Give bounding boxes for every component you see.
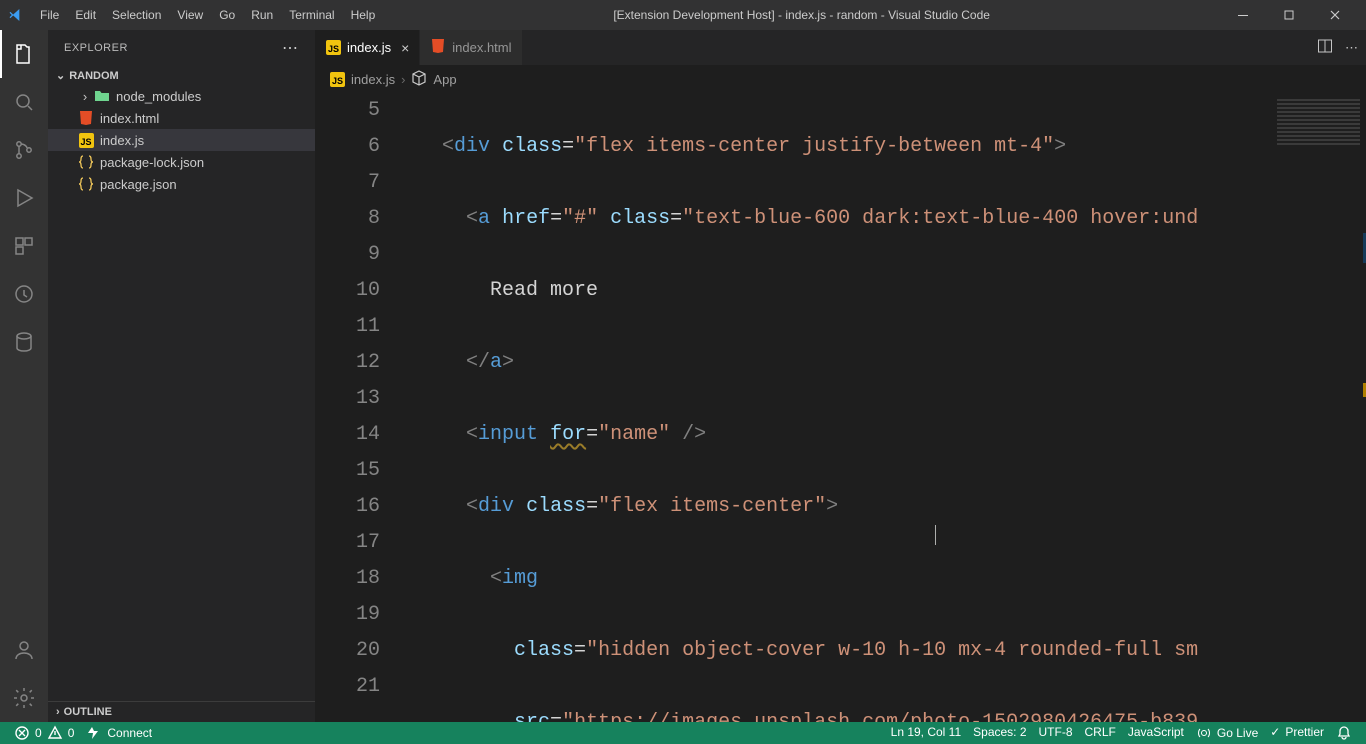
close-button[interactable] [1312, 0, 1358, 30]
symbol-icon [411, 70, 427, 89]
activity-bar [0, 30, 48, 722]
file-index-html[interactable]: index.html [48, 107, 315, 129]
html-file-icon [78, 110, 94, 126]
chevron-down-icon: ⌄ [56, 69, 65, 82]
file-label: node_modules [116, 89, 201, 104]
explorer-header: EXPLORER ⋯ [48, 30, 315, 66]
window-title: [Extension Development Host] - index.js … [383, 8, 1220, 22]
breadcrumb-file: index.js [351, 72, 395, 87]
menu-terminal[interactable]: Terminal [281, 0, 342, 30]
status-prettier[interactable]: ✓ Prettier [1264, 725, 1330, 739]
html-file-icon [430, 38, 446, 57]
code-editor[interactable]: 5 6 7 8 9 10 11 12 13 14 15 16 17 18 19 … [316, 93, 1366, 722]
file-tree: › node_modules index.html JS index.js [48, 85, 315, 701]
folder-node-modules[interactable]: › node_modules [48, 85, 315, 107]
status-go-live[interactable]: Go Live [1190, 725, 1264, 741]
maximize-button[interactable] [1266, 0, 1312, 30]
menu-help[interactable]: Help [343, 0, 384, 30]
tab-label: index.html [452, 40, 511, 55]
activity-database[interactable] [0, 318, 48, 366]
status-spaces[interactable]: Spaces: 2 [967, 725, 1032, 739]
status-bar: 0 0 Connect Ln 19, Col 11 Spaces: 2 UTF-… [0, 722, 1366, 744]
editor-area: JS index.js × index.html ⋯ JS index.js [316, 30, 1366, 722]
vscode-logo-icon [8, 7, 24, 23]
chevron-right-icon: › [56, 706, 60, 718]
breadcrumb-symbol: App [433, 72, 456, 87]
code-content[interactable]: <div class="flex items-center justify-be… [406, 93, 1366, 722]
explorer-sidebar: EXPLORER ⋯ ⌄ RANDOM › node_modules index… [48, 30, 316, 722]
file-index-js[interactable]: JS index.js [48, 129, 315, 151]
status-language[interactable]: JavaScript [1122, 725, 1190, 739]
status-notifications[interactable] [1330, 725, 1358, 741]
editor-tabs: JS index.js × index.html ⋯ [316, 30, 1366, 65]
explorer-more-icon[interactable]: ⋯ [282, 38, 299, 58]
titlebar: File Edit Selection View Go Run Terminal… [0, 0, 1366, 30]
outline-header[interactable]: › OUTLINE [48, 701, 315, 722]
text-cursor-icon [935, 525, 936, 545]
status-encoding[interactable]: UTF-8 [1033, 725, 1079, 739]
tab-index-js[interactable]: JS index.js × [316, 30, 420, 65]
status-cursor-position[interactable]: Ln 19, Col 11 [885, 725, 968, 739]
check-icon: ✓ [1270, 725, 1280, 739]
tab-index-html[interactable]: index.html [420, 30, 522, 65]
js-file-icon: JS [326, 40, 341, 55]
file-package-lock[interactable]: package-lock.json [48, 151, 315, 173]
status-connect[interactable]: Connect [80, 722, 158, 744]
activity-extensions[interactable] [0, 222, 48, 270]
file-label: index.html [100, 111, 159, 126]
more-actions-icon[interactable]: ⋯ [1345, 40, 1358, 56]
menu-file[interactable]: File [32, 0, 67, 30]
status-eol[interactable]: CRLF [1079, 725, 1122, 739]
file-label: package.json [100, 177, 177, 192]
outline-label: OUTLINE [64, 706, 112, 718]
activity-settings[interactable] [0, 674, 48, 722]
tab-label: index.js [347, 40, 391, 55]
file-label: package-lock.json [100, 155, 204, 170]
activity-run-debug[interactable] [0, 174, 48, 222]
activity-accounts[interactable] [0, 626, 48, 674]
window-controls [1220, 0, 1358, 30]
menu-selection[interactable]: Selection [104, 0, 169, 30]
explorer-title: EXPLORER [64, 42, 128, 54]
status-errors[interactable]: 0 0 [8, 722, 80, 744]
chevron-right-icon: › [78, 89, 92, 104]
project-name: RANDOM [69, 70, 119, 82]
file-label: index.js [100, 133, 144, 148]
menu-bar: File Edit Selection View Go Run Terminal… [32, 0, 383, 30]
json-file-icon [78, 154, 94, 170]
activity-timeline[interactable] [0, 270, 48, 318]
js-file-icon: JS [330, 72, 345, 87]
minimize-button[interactable] [1220, 0, 1266, 30]
chevron-right-icon: › [401, 72, 405, 87]
menu-edit[interactable]: Edit [67, 0, 104, 30]
line-gutter: 5 6 7 8 9 10 11 12 13 14 15 16 17 18 19 … [316, 93, 406, 722]
activity-search[interactable] [0, 78, 48, 126]
js-file-icon: JS [78, 133, 94, 148]
activity-source-control[interactable] [0, 126, 48, 174]
folder-icon [94, 88, 110, 104]
menu-go[interactable]: Go [211, 0, 243, 30]
menu-view[interactable]: View [169, 0, 211, 30]
file-package-json[interactable]: package.json [48, 173, 315, 195]
close-icon[interactable]: × [401, 40, 409, 56]
breadcrumb[interactable]: JS index.js › App [316, 65, 1366, 93]
menu-run[interactable]: Run [243, 0, 281, 30]
project-header[interactable]: ⌄ RANDOM [48, 66, 315, 85]
activity-explorer[interactable] [0, 30, 48, 78]
json-file-icon [78, 176, 94, 192]
minimap[interactable] [1271, 93, 1366, 722]
split-editor-icon[interactable] [1317, 38, 1333, 57]
